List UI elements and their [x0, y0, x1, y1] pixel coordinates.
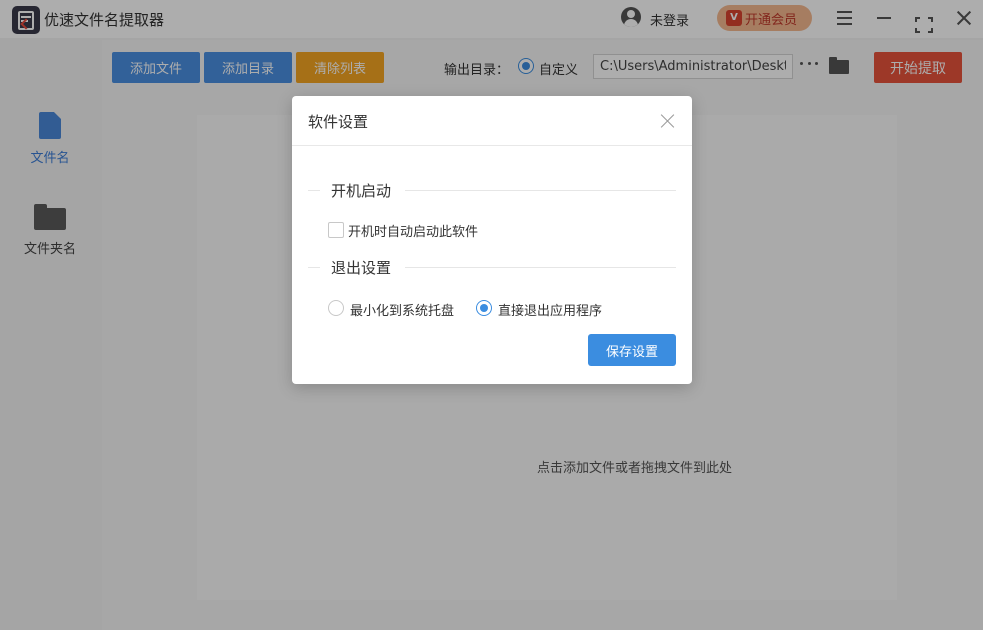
exit-section-title: 退出设置: [331, 259, 392, 277]
dialog-title: 软件设置: [308, 113, 369, 131]
minimize-to-tray-radio[interactable]: [328, 300, 344, 316]
exit-app-radio[interactable]: [476, 300, 492, 316]
startup-section-title: 开机启动: [331, 182, 392, 200]
auto-start-label[interactable]: 开机时自动启动此软件: [348, 221, 478, 240]
modal-overlay-top: [0, 0, 983, 40]
dialog-close-icon[interactable]: [660, 113, 676, 129]
exit-app-label[interactable]: 直接退出应用程序: [498, 300, 602, 319]
minimize-to-tray-label[interactable]: 最小化到系统托盘: [350, 300, 454, 319]
save-settings-button[interactable]: 保存设置: [588, 334, 676, 366]
settings-dialog: 软件设置 开机启动 开机时自动启动此软件 退出设置 最小化到系统托盘 直接退出应…: [292, 96, 692, 384]
exit-section: 退出设置: [308, 257, 676, 277]
auto-start-checkbox[interactable]: [328, 222, 344, 238]
startup-section: 开机启动: [308, 180, 676, 200]
dialog-header: 软件设置: [292, 96, 692, 146]
